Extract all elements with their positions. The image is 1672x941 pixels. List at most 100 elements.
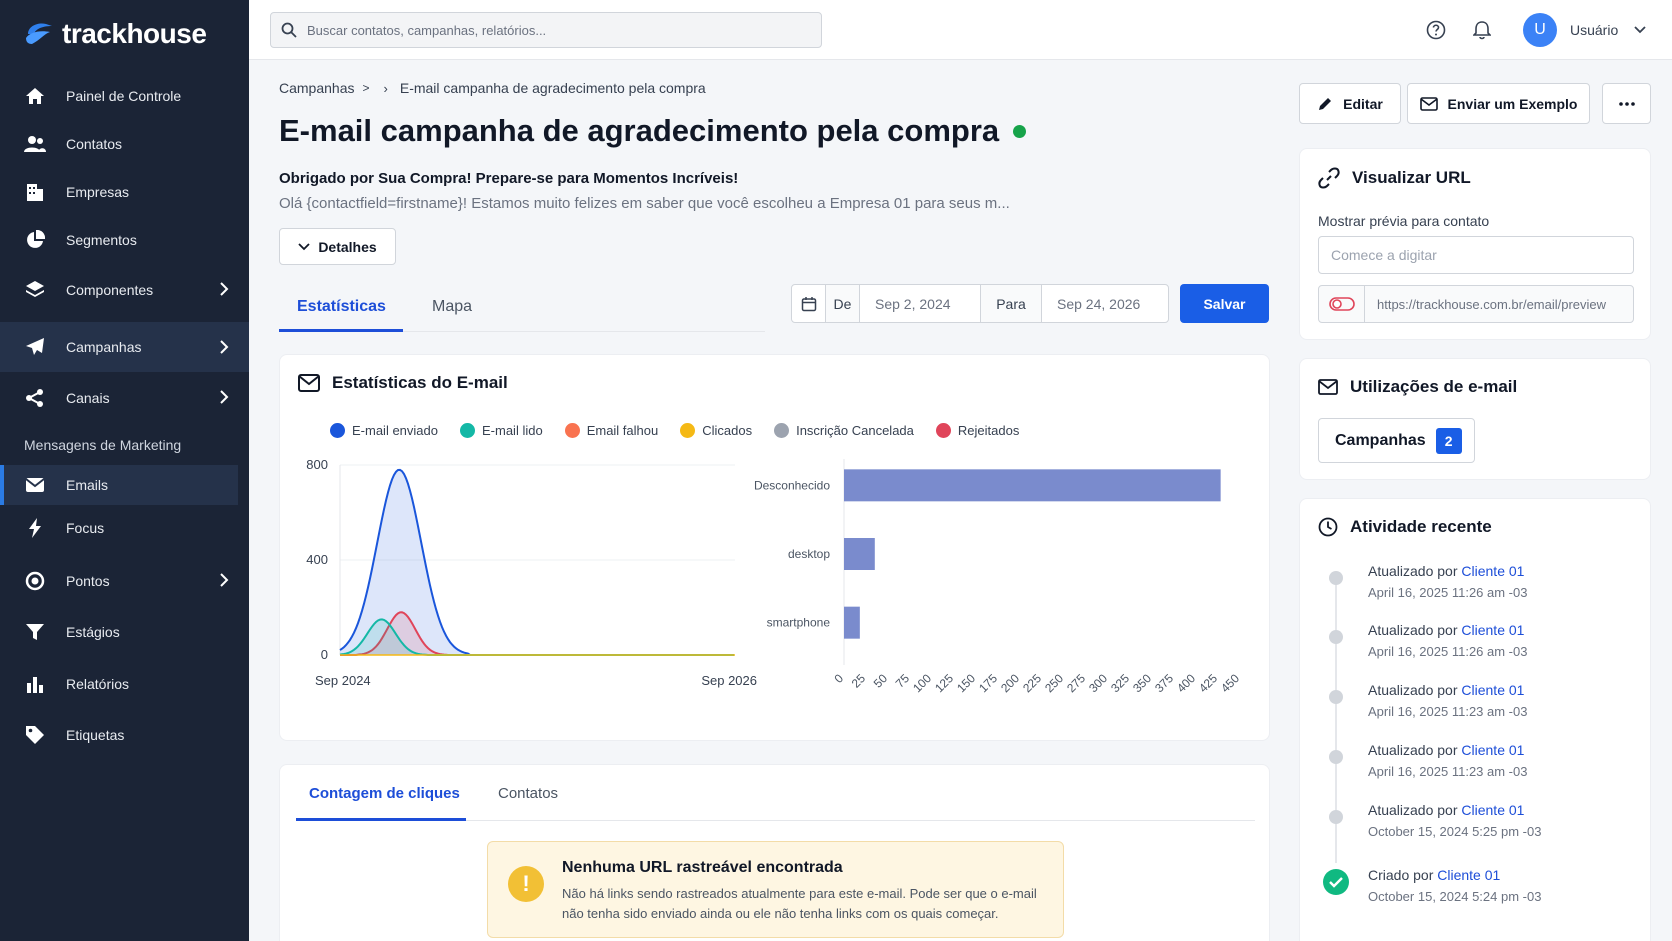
preview-contact-input[interactable]: Comece a digitar	[1318, 236, 1634, 274]
no-urls-warning: ! Nenhuma URL rastreável encontrada Não …	[487, 841, 1064, 938]
save-button[interactable]: Salvar	[1180, 284, 1269, 323]
sidebar-item-label: Estágios	[66, 624, 120, 640]
clicks-card: Contagem de cliques Contatos ! Nenhuma U…	[279, 764, 1270, 941]
filter-icon	[24, 621, 46, 643]
activity-item: Atualizado por Cliente 01 October 15, 20…	[1300, 802, 1652, 852]
x-tick-label: 375	[1152, 671, 1176, 695]
date-from-input[interactable]: Sep 2, 2024	[860, 285, 981, 322]
sidebar-section-label: Mensagens de Marketing	[24, 437, 182, 453]
sidebar-item-segmentos[interactable]: Segmentos	[0, 216, 249, 264]
sidebar-item-focus[interactable]: Focus	[0, 504, 249, 552]
activity-user-link[interactable]: Cliente 01	[1461, 682, 1524, 698]
tab-mapa[interactable]: Mapa	[432, 298, 472, 316]
sidebar-item-empresas[interactable]: Empresas	[0, 168, 249, 216]
url-card-title-wrap: Visualizar URL	[1318, 167, 1471, 189]
preview-url-card: Visualizar URL Mostrar prévia para conta…	[1299, 148, 1651, 340]
x-tick-label: 250	[1042, 671, 1066, 695]
bell-icon[interactable]	[1470, 18, 1494, 42]
clicks-tabs: Contagem de cliques Contatos	[296, 765, 1255, 821]
legend-item[interactable]: E-mail enviado	[330, 423, 438, 438]
details-button[interactable]: Detalhes	[279, 228, 396, 265]
activity-user-link[interactable]: Cliente 01	[1461, 742, 1524, 758]
envelope-icon	[298, 374, 320, 392]
pencil-icon	[1319, 97, 1332, 110]
breadcrumb-parent[interactable]: Campanhas	[279, 80, 355, 96]
sidebar-item-canais[interactable]: Canais	[0, 374, 249, 422]
tab-contagem-cliques[interactable]: Contagem de cliques	[309, 785, 460, 802]
more-options-button[interactable]	[1602, 83, 1651, 124]
date-range-picker: De Sep 2, 2024 Para Sep 24, 2026	[791, 284, 1169, 323]
activity-user-link[interactable]: Cliente 01	[1461, 563, 1524, 579]
legend-swatch	[935, 423, 951, 438]
chevron-down-icon[interactable]	[1634, 26, 1646, 34]
activity-item: Atualizado por Cliente 01 April 16, 2025…	[1300, 622, 1652, 672]
sidebar-item-emails[interactable]: Emails	[0, 465, 238, 505]
active-tab-indicator	[279, 329, 403, 332]
calendar-icon[interactable]	[792, 285, 826, 322]
preview-url-value[interactable]: https://trackhouse.com.br/email/preview	[1365, 286, 1606, 322]
sidebar-item-relatorios[interactable]: Relatórios	[0, 660, 249, 708]
legend-label: Inscrição Cancelada	[796, 423, 914, 438]
x-tick-label: 275	[1064, 671, 1088, 695]
username[interactable]: Usuário	[1570, 22, 1618, 38]
active-tab-indicator	[296, 818, 466, 821]
activity-date: April 16, 2025 11:26 am -03	[1368, 585, 1528, 600]
legend-item[interactable]: Rejeitados	[935, 423, 1019, 438]
link-icon	[1318, 167, 1340, 189]
search-icon	[281, 22, 297, 38]
check-circle-icon	[1323, 869, 1349, 895]
legend-item[interactable]: Email falhou	[564, 423, 658, 438]
more-horizontal-icon	[1618, 101, 1635, 106]
sidebar-item-estagios[interactable]: Estágios	[0, 608, 249, 656]
campaigns-usage-label: Campanhas	[1335, 431, 1426, 449]
sidebar-item-label: Campanhas	[66, 339, 142, 355]
warning-title: Nenhuma URL rastreável encontrada	[562, 859, 843, 876]
sidebar-item-pontos[interactable]: Pontos	[0, 557, 249, 605]
search-input[interactable]: Buscar contatos, campanhas, relatórios..…	[270, 12, 822, 48]
help-icon[interactable]	[1424, 18, 1448, 42]
legend-item[interactable]: Inscrição Cancelada	[774, 423, 914, 438]
y-tick-label: 0	[321, 647, 328, 662]
users-icon	[24, 133, 46, 155]
logo[interactable]: trackhouse	[24, 16, 207, 52]
date-to-input[interactable]: Sep 24, 2026	[1042, 285, 1168, 322]
toggle-switch[interactable]	[1319, 286, 1365, 322]
bar	[844, 538, 875, 570]
activity-action: Atualizado por	[1368, 742, 1458, 758]
legend-item[interactable]: Clicados	[680, 423, 752, 438]
sidebar-item-campanhas[interactable]: Campanhas	[0, 322, 249, 372]
sidebar-item-contatos[interactable]: Contatos	[0, 120, 249, 168]
tab-estatisticas[interactable]: Estatísticas	[297, 298, 386, 316]
sidebar-item-componentes[interactable]: Componentes	[0, 266, 249, 314]
activity-user-link[interactable]: Cliente 01	[1437, 867, 1500, 883]
activity-item: Criado por Cliente 01 October 15, 2024 5…	[1300, 867, 1652, 917]
sidebar-item-label: Focus	[66, 520, 105, 536]
category-label: desktop	[788, 547, 830, 561]
building-icon	[24, 181, 46, 203]
target-icon	[24, 570, 46, 592]
app-name: trackhouse	[62, 18, 207, 49]
avatar[interactable]: U	[1523, 13, 1557, 47]
x-tick-label: 200	[998, 671, 1022, 695]
sidebar-item-etiquetas[interactable]: Etiquetas	[0, 711, 249, 759]
edit-button[interactable]: Editar	[1299, 83, 1401, 124]
activity-user-link[interactable]: Cliente 01	[1461, 622, 1524, 638]
chevron-right-icon	[220, 340, 229, 354]
campaigns-usage-button[interactable]: Campanhas 2	[1318, 418, 1475, 463]
x-tick-label: 225	[1020, 671, 1044, 695]
x-tick-label: 175	[976, 671, 1000, 695]
legend-swatch	[460, 423, 475, 438]
breadcrumb: Campanhas > › E-mail campanha de agradec…	[279, 80, 706, 96]
activity-user-link[interactable]: Cliente 01	[1461, 802, 1524, 818]
tab-contatos[interactable]: Contatos	[498, 785, 558, 802]
sidebar-item-painel[interactable]: Painel de Controle	[0, 72, 249, 120]
sidebar-item-label: Componentes	[66, 282, 154, 298]
sidebar: trackhouse Painel de Controle Contatos E…	[0, 0, 249, 941]
legend-item[interactable]: E-mail lido	[460, 423, 543, 438]
send-example-button[interactable]: Enviar um Exemplo	[1407, 83, 1590, 124]
sidebar-item-label: Empresas	[66, 184, 130, 200]
sidebar-item-label: Painel de Controle	[66, 88, 182, 104]
timeline-dot	[1329, 690, 1343, 704]
x-tick-label: 400	[1174, 671, 1198, 695]
envelope-icon	[1419, 96, 1438, 111]
